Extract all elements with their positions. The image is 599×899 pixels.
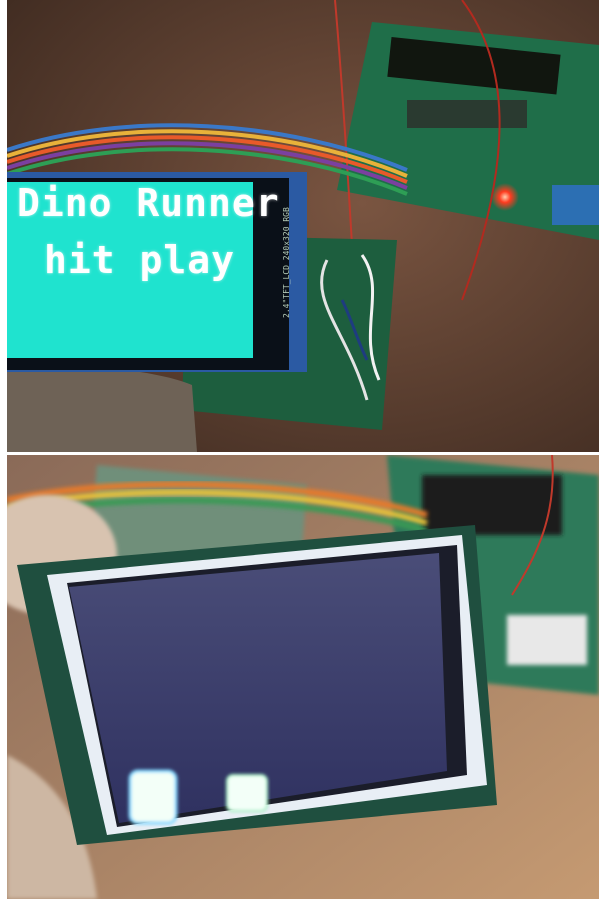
screen-subtitle: hit play xyxy=(44,238,236,282)
header-pins xyxy=(422,475,562,535)
photo-top-scene xyxy=(7,0,599,452)
power-led xyxy=(491,183,519,211)
usb-port xyxy=(507,615,587,665)
screen-title: Dino Runner xyxy=(17,181,280,225)
photo-bottom-scene xyxy=(7,455,599,899)
photo-bottom xyxy=(7,455,599,899)
tile-left xyxy=(128,769,178,825)
photo-top: Dino Runner hit play 2.4"TFT_LCD 240x320… xyxy=(7,0,599,452)
usb-cable xyxy=(552,185,599,225)
tile-right xyxy=(226,774,268,812)
chip xyxy=(407,100,527,128)
hand xyxy=(7,365,197,452)
silkscreen-label: 2.4"TFT_LCD 240x320 RGB xyxy=(282,207,291,318)
